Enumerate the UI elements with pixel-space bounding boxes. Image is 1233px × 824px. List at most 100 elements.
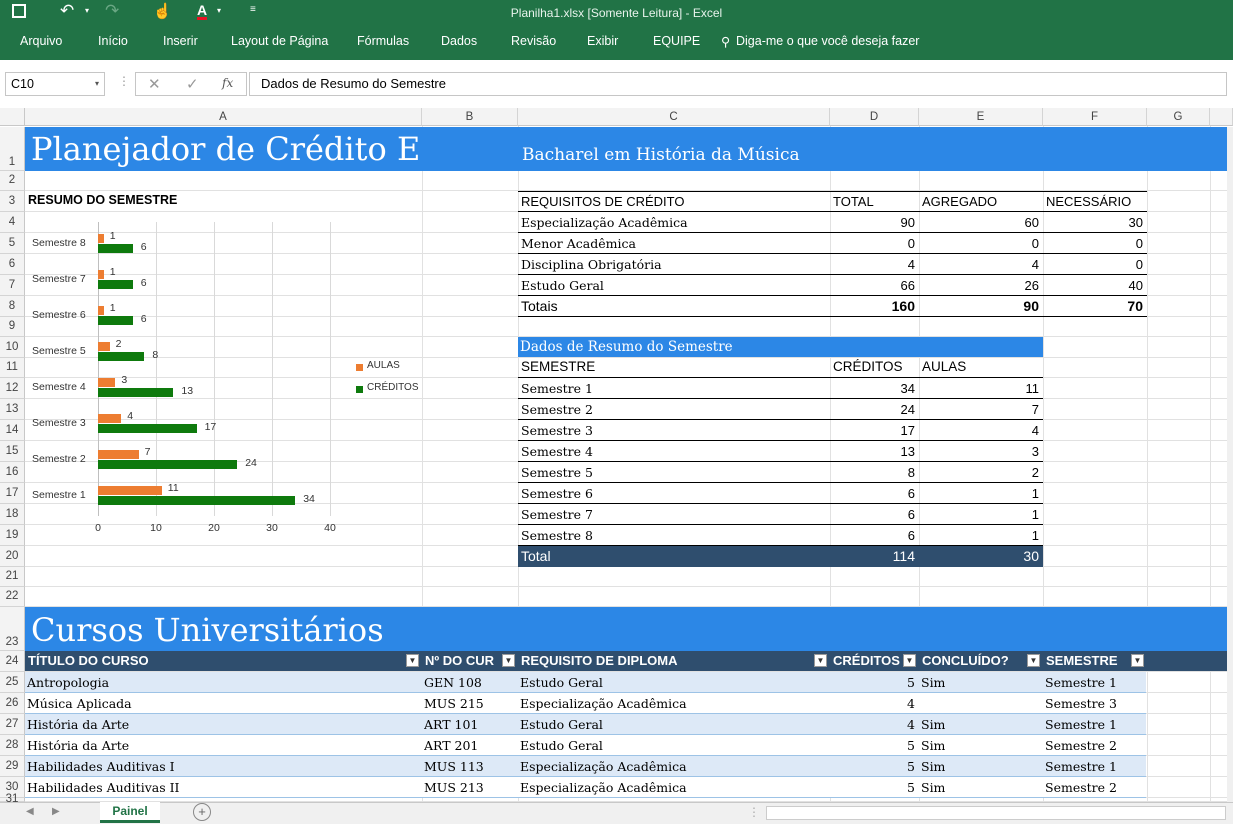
semester-value[interactable]: 34 [830,381,915,396]
filter-dropdown-icon[interactable]: ▼ [903,654,916,667]
semester-table-title[interactable]: Dados de Resumo do Semestre [520,339,733,355]
degree-subtitle[interactable]: Bacharel em História da Música [522,145,800,165]
course-cell[interactable]: Habilidades Auditivas I [27,759,418,774]
total-value[interactable]: 90 [919,298,1039,314]
filter-dropdown-icon[interactable]: ▼ [1131,654,1144,667]
row-header[interactable]: 20 [0,546,25,567]
course-cell[interactable]: GEN 108 [424,675,514,690]
sheet-tab-painel[interactable]: Painel [100,802,160,823]
semester-label[interactable]: Semestre 5 [521,465,827,480]
course-cell[interactable]: Sim [921,780,1039,795]
course-cell[interactable]: Especialização Acadêmica [520,759,826,774]
course-header[interactable]: REQUISITO DE DIPLOMA [521,653,811,668]
course-cell[interactable]: Semestre 1 [1045,759,1143,774]
course-cell[interactable]: MUS 213 [424,780,514,795]
next-sheet-icon[interactable]: ▶ [52,806,60,817]
row-header[interactable]: 4 [0,212,25,233]
credit-value[interactable]: 60 [919,215,1039,230]
semester-label[interactable]: Semestre 6 [521,486,827,501]
add-sheet-icon[interactable]: + [193,803,211,821]
row-header[interactable]: 7 [0,275,25,296]
filter-dropdown-icon[interactable]: ▼ [1027,654,1040,667]
semester-summary-label[interactable]: RESUMO DO SEMESTRE [28,193,177,207]
course-cell[interactable]: 4 [830,717,915,732]
vertical-scrollbar[interactable] [1227,127,1233,802]
totals-label[interactable]: Totais [521,298,829,314]
credit-value[interactable]: 0 [919,236,1039,251]
semester-value[interactable]: 4 [919,423,1039,438]
semester-summary-chart[interactable]: 0 10 20 30 40 Semestre 8 1 6 Semestre 7 1 6 Semestr… [26,214,421,544]
semester-value[interactable]: 13 [830,444,915,459]
course-cell[interactable]: Sim [921,738,1039,753]
course-cell[interactable]: ART 201 [424,738,514,753]
credit-value[interactable]: 26 [919,278,1039,293]
credit-header[interactable]: NECESSÁRIO [1046,194,1144,209]
course-cell[interactable]: Especialização Acadêmica [520,780,826,795]
course-cell[interactable]: Sim [921,717,1039,732]
semester-label[interactable]: Semestre 3 [521,423,827,438]
total-value[interactable]: 160 [830,298,915,314]
credit-value[interactable]: 66 [830,278,915,293]
filter-dropdown-icon[interactable]: ▼ [502,654,515,667]
course-cell[interactable]: Estudo Geral [520,717,826,732]
prev-sheet-icon[interactable]: ◀ [26,806,34,817]
semester-value[interactable]: 7 [919,402,1039,417]
semester-header[interactable]: SEMESTRE [521,359,595,374]
semester-value[interactable]: 11 [919,381,1040,396]
row-header[interactable]: 5 [0,233,25,254]
course-cell[interactable]: Semestre 2 [1045,780,1143,795]
credit-label[interactable]: Menor Acadêmica [521,236,829,251]
row-header[interactable]: 6 [0,254,25,275]
course-cell[interactable]: 5 [830,738,915,753]
row-header[interactable]: 1 [0,127,25,171]
semester-label[interactable]: Semestre 4 [521,444,827,459]
credit-header[interactable]: REQUISITOS DE CRÉDITO [521,194,827,209]
row-header[interactable]: 14 [0,420,25,441]
semester-value[interactable]: 2 [919,465,1039,480]
course-cell[interactable]: MUS 113 [424,759,514,774]
filter-dropdown-icon[interactable]: ▼ [406,654,419,667]
credit-value[interactable]: 4 [830,257,915,272]
course-cell[interactable]: Semestre 1 [1045,717,1143,732]
row-header[interactable]: 2 [0,171,25,191]
course-cell[interactable]: 5 [830,780,915,795]
semester-value[interactable]: 1 [919,486,1039,501]
course-cell[interactable]: História da Arte [27,738,418,753]
semester-value[interactable]: 6 [830,528,915,543]
course-cell[interactable]: Estudo Geral [520,738,826,753]
semester-label[interactable]: Semestre 1 [521,381,827,396]
course-cell[interactable]: Antropologia [27,675,418,690]
course-cell[interactable]: MUS 215 [424,696,514,711]
course-cell[interactable]: Sim [921,759,1039,774]
row-header[interactable]: 3 [0,191,25,212]
row-header[interactable]: 21 [0,567,25,587]
credit-value[interactable]: 0 [1043,257,1143,272]
course-header[interactable]: Nº DO CUR [425,653,499,668]
course-cell[interactable]: Semestre 2 [1045,738,1143,753]
semester-value[interactable]: 6 [830,486,915,501]
semester-total[interactable]: 114 [830,548,915,564]
course-header[interactable]: SEMESTRE [1046,653,1128,668]
row-header[interactable]: 10 [0,337,25,358]
credit-header[interactable]: TOTAL [833,194,916,209]
semester-value[interactable]: 6 [830,507,915,522]
credit-label[interactable]: Disciplina Obrigatória [521,257,829,272]
row-header[interactable]: 19 [0,525,25,546]
course-cell[interactable]: 5 [830,759,915,774]
credit-header[interactable]: AGREGADO [922,194,1040,209]
semester-header[interactable]: CRÉDITOS [833,359,903,374]
credit-value[interactable]: 30 [1043,215,1143,230]
semester-value[interactable]: 17 [830,423,915,438]
row-header[interactable]: 23 [0,607,25,651]
semester-header[interactable]: AULAS [922,359,966,374]
row-header[interactable]: 16 [0,462,25,483]
row-header[interactable]: 22 [0,587,25,607]
course-cell[interactable]: Semestre 3 [1045,696,1143,711]
credit-value[interactable]: 40 [1043,278,1143,293]
row-header[interactable]: 9 [0,317,25,337]
credit-value[interactable]: 90 [830,215,915,230]
total-value[interactable]: 70 [1043,298,1143,314]
row-header[interactable]: 15 [0,441,25,462]
credit-value[interactable]: 0 [830,236,915,251]
row-header[interactable]: 13 [0,399,25,420]
